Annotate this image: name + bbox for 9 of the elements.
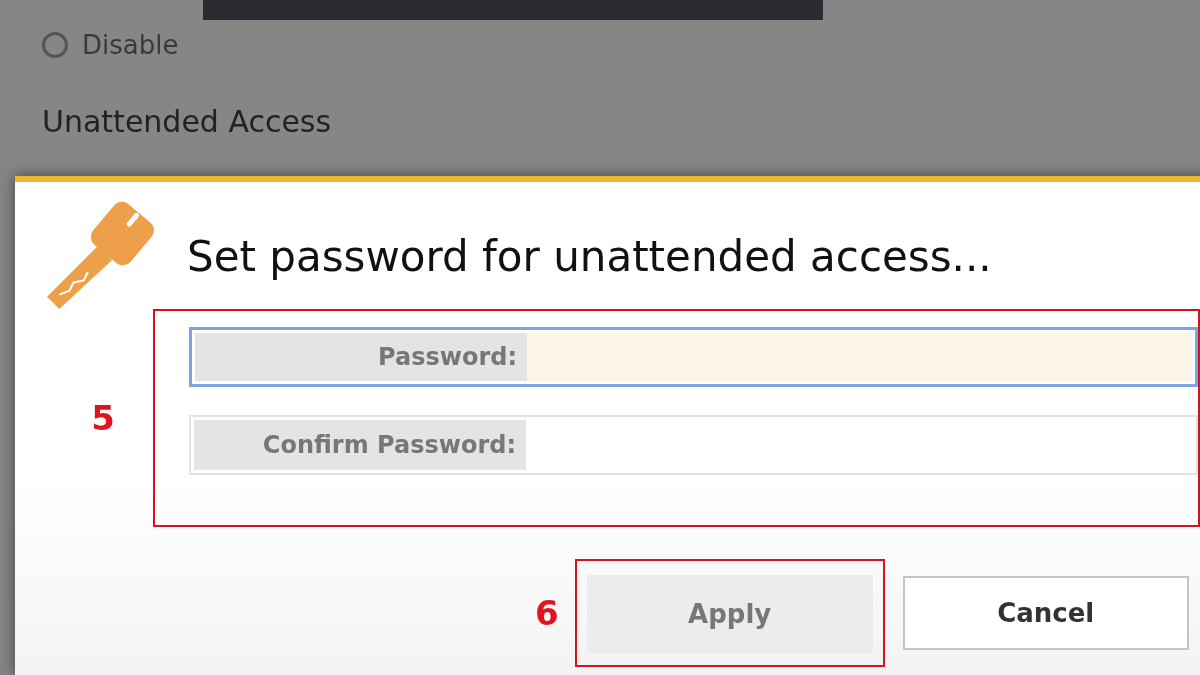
password-field[interactable]: Confirm Password: bbox=[189, 415, 1198, 475]
section-heading: Unattended Access bbox=[42, 104, 333, 139]
password-field[interactable]: Password: bbox=[189, 327, 1198, 387]
radio-button[interactable] bbox=[42, 32, 68, 58]
cancel-button[interactable]: Cancel bbox=[902, 576, 1189, 650]
dialog-title: Set password for unattended access... bbox=[187, 232, 992, 281]
step-number: 5 bbox=[90, 398, 116, 438]
step-number: 6 bbox=[535, 593, 560, 633]
radio-label: Disable bbox=[82, 30, 179, 60]
